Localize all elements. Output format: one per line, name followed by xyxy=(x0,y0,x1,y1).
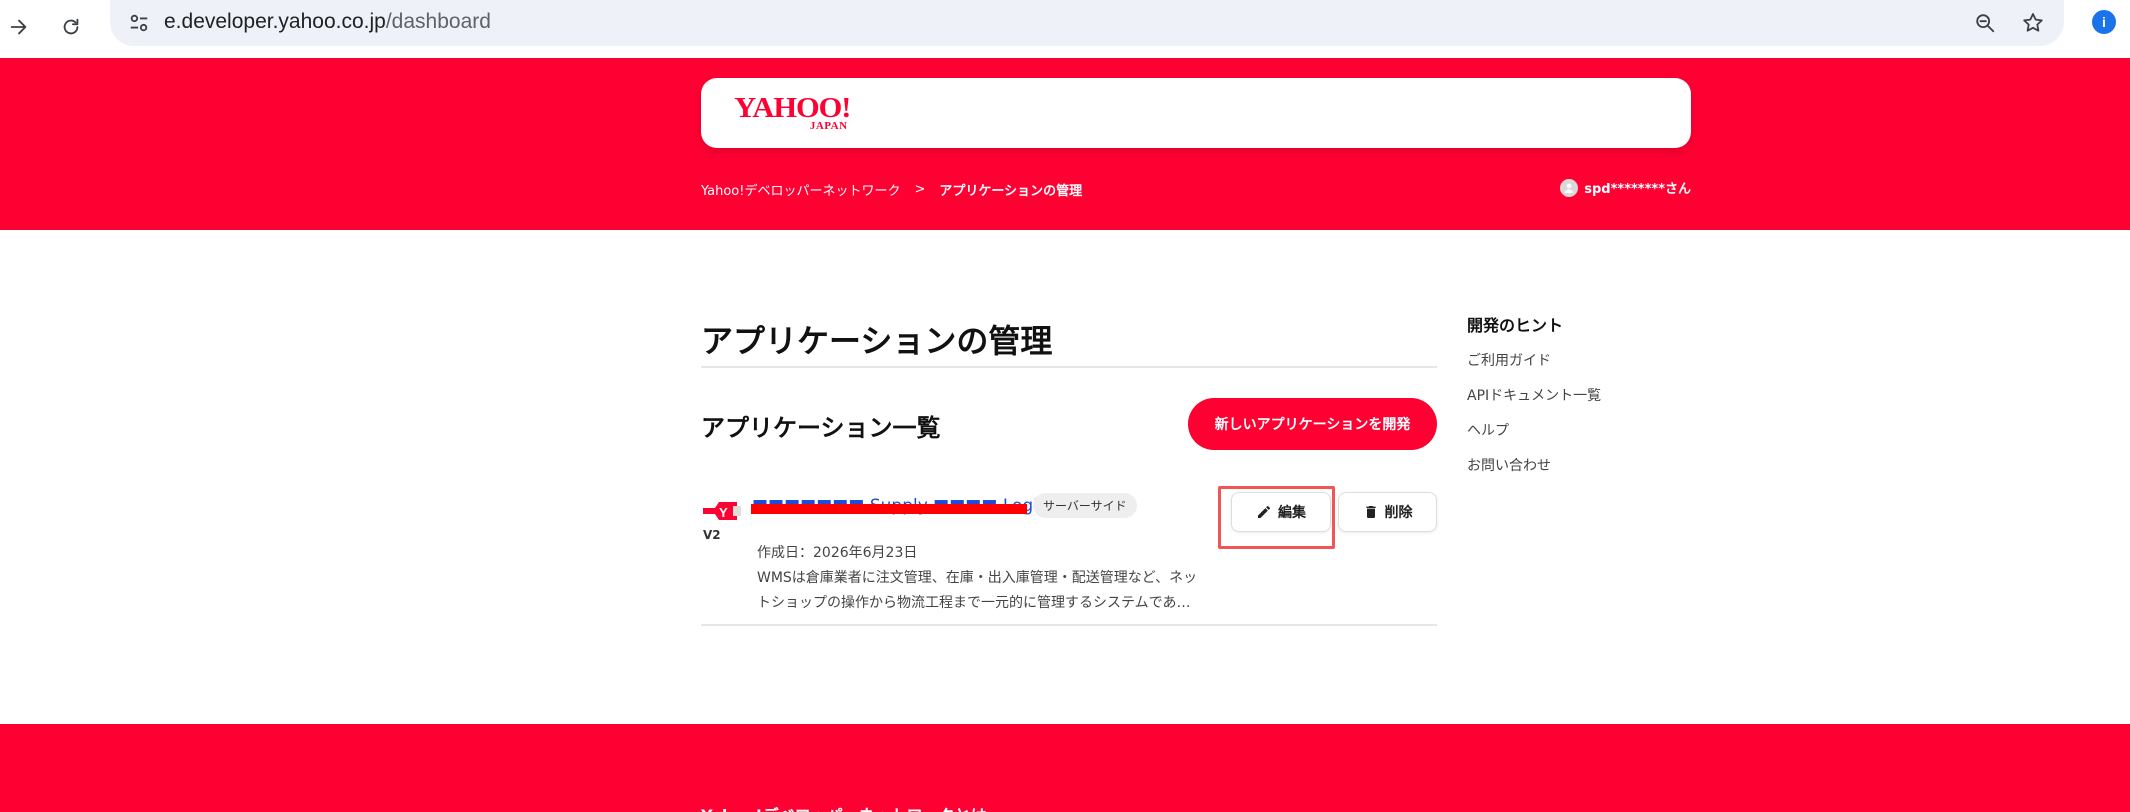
app-type-badge: サーバーサイド xyxy=(1033,493,1137,518)
hint-link-api-docs[interactable]: APIドキュメント一覧 xyxy=(1467,385,1667,405)
redaction-bar xyxy=(751,504,1027,514)
bookmark-button[interactable] xyxy=(2016,6,2050,40)
new-application-button[interactable]: 新しいアプリケーションを開発 xyxy=(1188,398,1437,450)
hint-link-contact[interactable]: お問い合わせ xyxy=(1467,455,1667,475)
zoom-out-icon xyxy=(1976,14,1995,33)
address-bar[interactable]: e.developer.yahoo.co.jp/dashboard xyxy=(110,0,2064,46)
delete-button-label: 削除 xyxy=(1384,505,1413,521)
browser-toolbar: e.developer.yahoo.co.jp/dashboard i xyxy=(0,0,2130,58)
logo-bar: YAHOO! JAPAN xyxy=(701,78,1691,148)
site-info-button[interactable] xyxy=(122,6,156,40)
url-path: /dashboard xyxy=(385,10,491,33)
breadcrumb-current: アプリケーションの管理 xyxy=(939,184,1083,199)
user-icon xyxy=(1564,183,1574,193)
extension-icon[interactable]: i xyxy=(2092,10,2116,34)
breadcrumb-separator: > xyxy=(914,182,926,197)
hint-link-guide[interactable]: ご利用ガイド xyxy=(1467,350,1667,370)
title-divider xyxy=(701,366,1437,368)
footer-title: Yahoo!デベロッパーネットワークとは xyxy=(701,802,987,812)
arrow-right-icon xyxy=(10,19,27,35)
avatar xyxy=(1560,178,1579,197)
url-host: e.developer.yahoo.co.jp xyxy=(164,10,386,33)
logo-main-text: YAHOO! xyxy=(734,92,851,124)
tune-icon xyxy=(130,14,148,32)
hint-link-help[interactable]: ヘルプ xyxy=(1467,420,1667,440)
trash-icon xyxy=(1365,506,1376,518)
section-title: アプリケーション一覧 xyxy=(701,414,941,442)
user-menu[interactable]: spd********さん xyxy=(1560,178,1691,197)
app-description: WMSは倉庫業者に注文管理、在庫・出入庫管理・配送管理など、ネッ トショップの操… xyxy=(757,566,1213,616)
site-header: YAHOO! JAPAN Yahoo!デベロッパーネットワーク > アプリケーシ… xyxy=(0,58,2130,230)
app-y-icon: Y xyxy=(703,502,741,520)
pencil-icon xyxy=(1258,505,1270,518)
row-divider xyxy=(701,624,1437,626)
breadcrumb: Yahoo!デベロッパーネットワーク > アプリケーションの管理 xyxy=(701,180,1082,199)
yahoo-japan-logo[interactable]: YAHOO! JAPAN xyxy=(734,92,851,132)
site-footer: Yahoo!デベロッパーネットワークとは xyxy=(0,724,2130,812)
breadcrumb-home[interactable]: Yahoo!デベロッパーネットワーク xyxy=(701,180,900,199)
delete-button[interactable]: 削除 xyxy=(1338,492,1437,532)
reload-icon xyxy=(63,18,79,35)
app-description-line: WMSは倉庫業者に注文管理、在庫・出入庫管理・配送管理など、ネッ xyxy=(757,570,1198,586)
zoom-button[interactable] xyxy=(1968,6,2002,40)
edit-button-label: 編集 xyxy=(1278,505,1306,521)
edit-button[interactable]: 編集 xyxy=(1231,492,1331,532)
app-created-date: 作成日：2026年6月23日 xyxy=(757,545,918,561)
app-version-label: V2 xyxy=(703,528,721,542)
app-description-line: トショップの操作から物流工程まで一元的に管理するシステムであ… xyxy=(757,595,1191,611)
svg-text:Y: Y xyxy=(719,505,728,520)
development-hints: 開発のヒント ご利用ガイド APIドキュメント一覧 ヘルプ お問い合わせ xyxy=(1467,312,1667,490)
star-icon xyxy=(2023,13,2043,32)
reload-button[interactable] xyxy=(52,8,90,46)
user-name: spd********さん xyxy=(1584,182,1691,197)
url-text[interactable]: e.developer.yahoo.co.jp/dashboard xyxy=(164,10,491,34)
forward-button[interactable] xyxy=(0,8,38,46)
hints-title: 開発のヒント xyxy=(1467,316,1564,335)
page-title: アプリケーションの管理 xyxy=(701,322,1053,360)
application-list-item: Y V2 ■■■■■■■ Supply ■■■■ Logistics サーバーサ… xyxy=(701,486,1437,626)
